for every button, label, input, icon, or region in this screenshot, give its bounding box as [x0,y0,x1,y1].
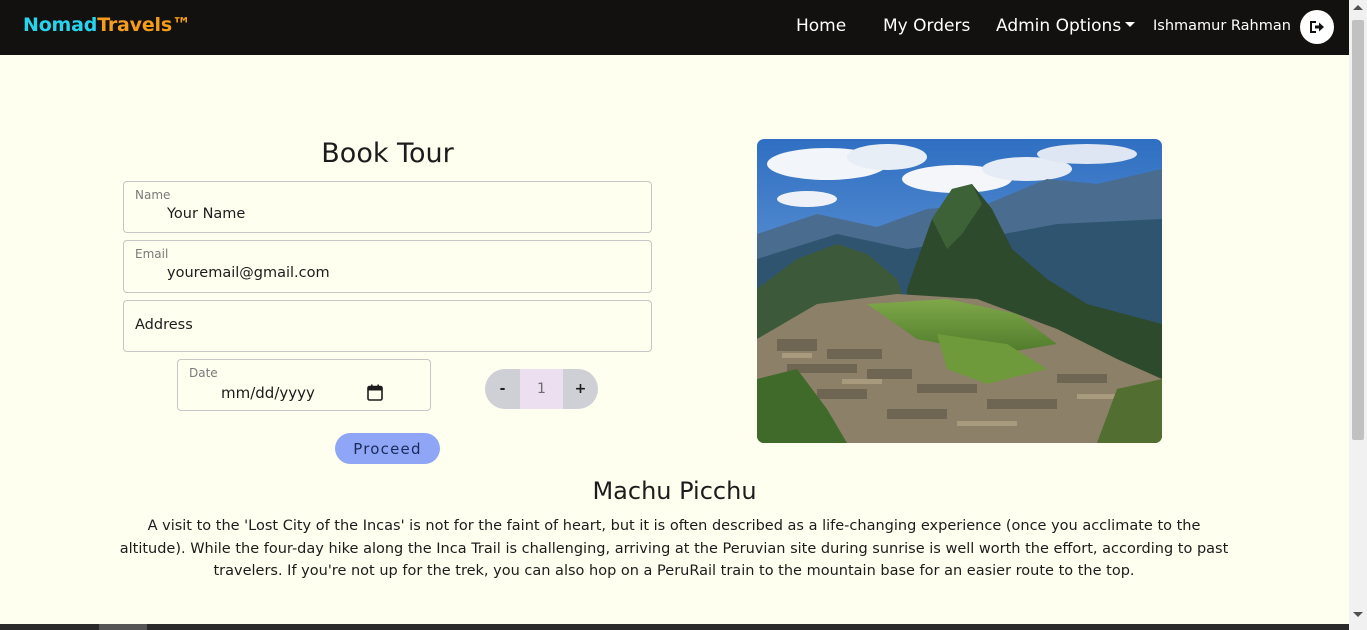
scroll-up-arrow-icon[interactable] [1353,5,1363,10]
quantity-stepper: - 1 + [485,369,598,409]
top-navbar: NomadTravels™ Home My Orders Admin Optio… [0,0,1349,55]
nav-link-home[interactable]: Home [796,16,846,36]
brand-name-part2: Travels™ [97,14,191,36]
brand-logo[interactable]: NomadTravels™ [23,14,191,36]
decrement-button[interactable]: - [485,369,520,409]
destination-description: A visit to the 'Lost City of the Incas' … [119,518,1229,579]
nav-link-my-orders[interactable]: My Orders [883,16,970,36]
destination-title: Machu Picchu [592,477,757,505]
email-field[interactable]: Email youremail@gmail.com [123,240,652,293]
name-field[interactable]: Name Your Name [123,181,652,233]
scroll-down-arrow-icon[interactable] [1353,612,1363,617]
quantity-value[interactable]: 1 [520,369,563,409]
horizontal-scrollbar[interactable] [0,624,1349,630]
horizontal-scrollbar-thumb[interactable] [99,624,147,630]
vertical-scrollbar[interactable] [1349,0,1367,630]
admin-options-label: Admin Options [996,16,1122,36]
address-field[interactable]: Address [123,300,652,352]
logout-button[interactable] [1300,10,1334,44]
name-field-label: Name [135,188,171,202]
page-title: Book Tour [321,138,454,169]
chevron-down-icon [1125,21,1136,27]
proceed-button[interactable]: Proceed [335,433,440,464]
date-field[interactable]: Date mm/dd/yyyy [177,359,431,411]
email-field-label: Email [135,247,169,261]
sign-out-icon [1310,21,1324,33]
date-field-value: mm/dd/yyyy [221,384,315,402]
calendar-icon[interactable] [367,384,383,401]
date-field-label: Date [189,366,218,380]
scrollbar-thumb[interactable] [1352,20,1364,440]
address-field-placeholder: Address [135,317,193,333]
nav-dropdown-admin-options[interactable]: Admin Options [996,16,1136,36]
destination-photo [757,139,1162,443]
name-field-value: Your Name [167,206,246,222]
user-name: Ishmamur Rahman [1153,18,1291,34]
increment-button[interactable]: + [563,369,598,409]
brand-name-part1: Nomad [23,14,98,36]
email-field-value: youremail@gmail.com [167,265,330,281]
